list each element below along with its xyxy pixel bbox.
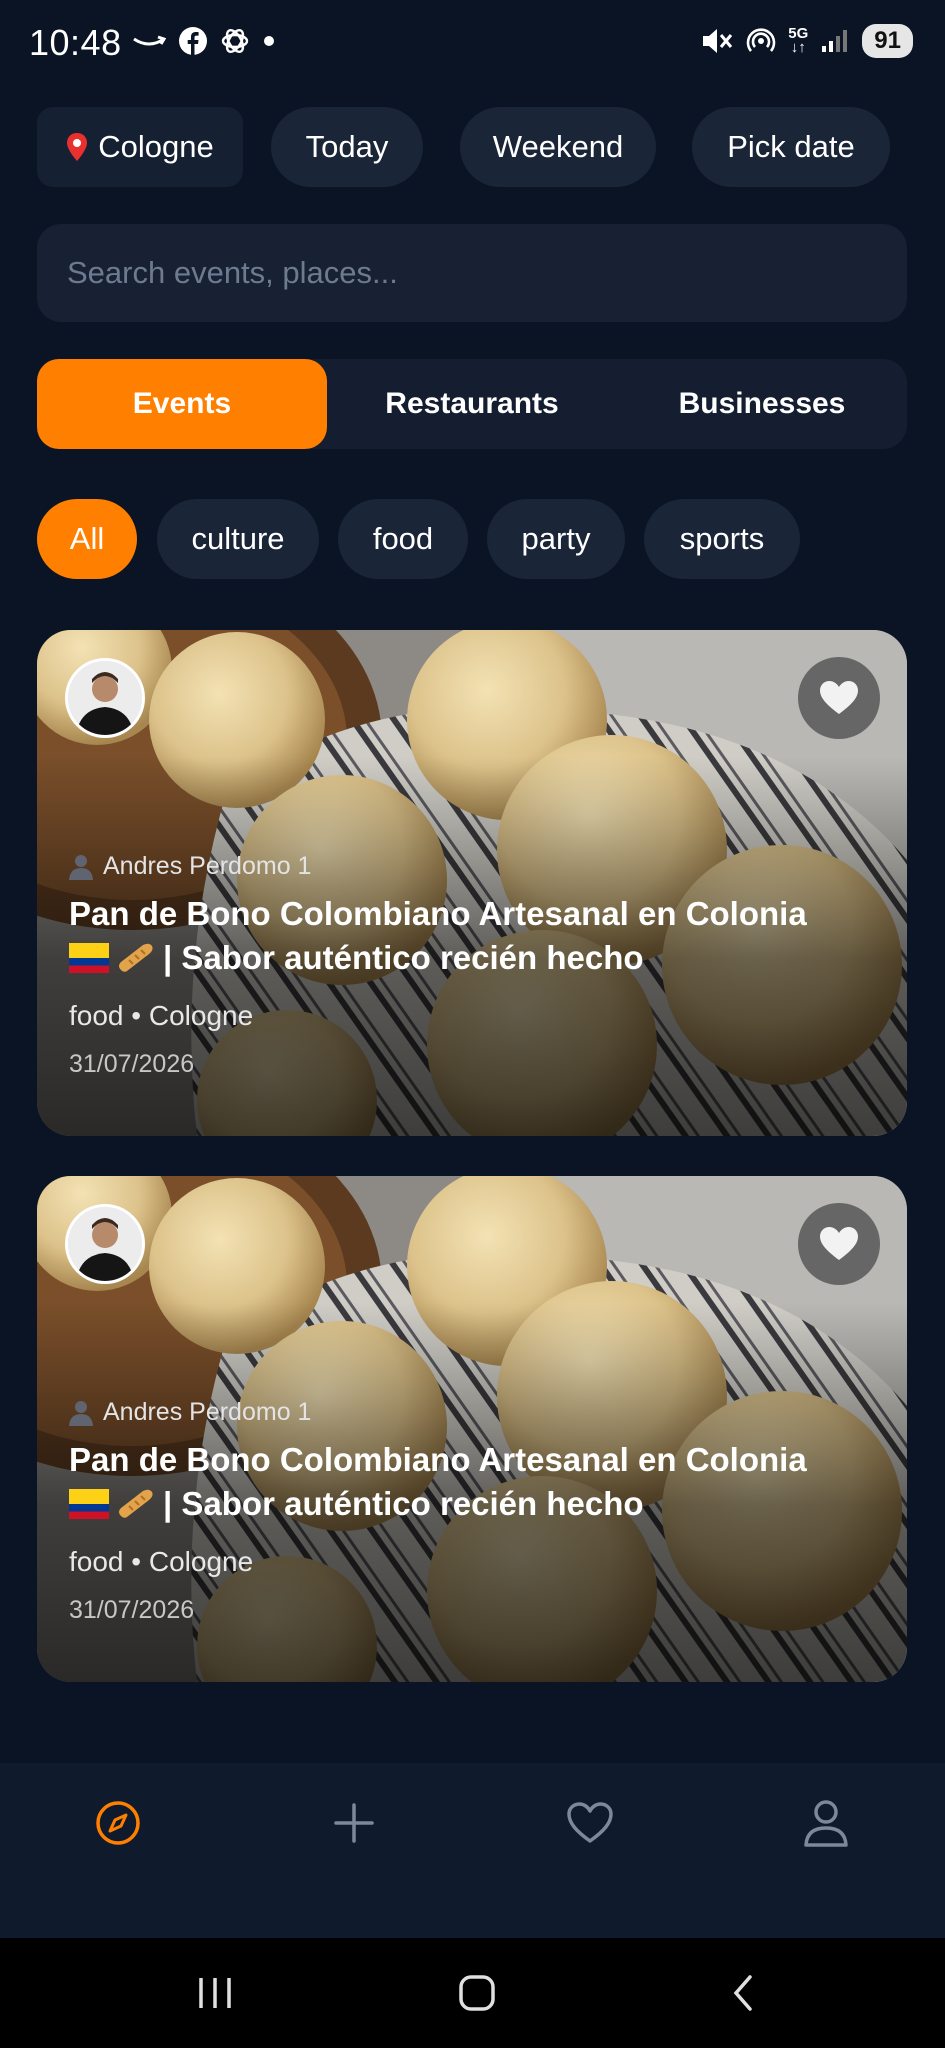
amazon-icon: [133, 35, 166, 46]
person-photo: [68, 661, 142, 735]
status-time: 10:48: [29, 22, 122, 63]
notification-icons: [132, 26, 276, 56]
pin-icon: [67, 133, 88, 161]
organizer-name: Andres Perdomo 1: [103, 1398, 312, 1426]
home-button[interactable]: [452, 1968, 502, 2018]
heart-icon: [567, 1802, 613, 1843]
profile-icon: [804, 1800, 848, 1847]
nav-profile[interactable]: [781, 1783, 871, 1863]
favorite-button[interactable]: [798, 657, 880, 739]
back-button[interactable]: [718, 1968, 768, 2018]
network-label: 5G: [788, 25, 809, 42]
system-icons: 5G ↓↑ 91: [700, 24, 913, 58]
filter-label: Weekend: [492, 129, 624, 164]
network-type: 5G ↓↑: [788, 25, 809, 56]
category-label: sports: [679, 521, 765, 556]
search-bar[interactable]: [37, 224, 907, 322]
baguette-icon: [119, 943, 153, 972]
type-tabs: Events Restaurants Businesses: [37, 359, 907, 449]
location-chip[interactable]: Cologne: [37, 107, 243, 187]
title-line-1: Pan de Bono Colombiano Artesanal en Colo…: [69, 895, 807, 932]
dot-icon: [264, 36, 274, 46]
chatgpt-icon: [221, 28, 249, 54]
plus-icon: [334, 1803, 374, 1843]
category-label: party: [521, 521, 591, 556]
heart-icon: [820, 681, 858, 714]
bottom-navigation: [0, 1763, 945, 1938]
filter-label: Pick date: [727, 129, 855, 164]
tab-label: Events: [132, 387, 232, 420]
category-all[interactable]: All: [37, 499, 137, 579]
filter-label: Today: [305, 129, 389, 164]
event-meta: food • Cologne: [69, 1546, 254, 1577]
organizer-avatar[interactable]: [65, 658, 145, 738]
nav-discover[interactable]: [73, 1783, 163, 1863]
user-icon: [69, 1400, 93, 1426]
status-bar: 10:48 5G ↓↑ 91: [0, 0, 945, 90]
category-label: All: [69, 521, 105, 556]
title-line-2: | Sabor auténtico recién hecho: [163, 939, 644, 976]
favorite-button[interactable]: [798, 1203, 880, 1285]
mute-icon: [703, 29, 733, 53]
facebook-icon: [179, 27, 207, 55]
category-food[interactable]: food: [338, 499, 468, 579]
colombia-flag-icon: [69, 943, 109, 973]
category-sports[interactable]: sports: [644, 499, 800, 579]
event-title: Pan de Bono Colombiano Artesanal en Colo…: [69, 892, 879, 980]
colombia-flag-icon: [69, 1489, 109, 1519]
person-photo: [68, 1207, 142, 1281]
event-date: 31/07/2026: [69, 1596, 195, 1624]
hotspot-icon: [746, 28, 776, 52]
category-label: culture: [191, 521, 285, 556]
heart-icon: [820, 1227, 858, 1260]
nav-create[interactable]: [309, 1783, 399, 1863]
filter-today[interactable]: Today: [271, 107, 423, 187]
back-icon: [733, 1975, 752, 2011]
tab-businesses[interactable]: Businesses: [617, 359, 907, 449]
home-icon: [459, 1975, 495, 2011]
recent-apps-button[interactable]: [190, 1968, 240, 2018]
system-navigation-bar: [0, 1938, 945, 2048]
baguette-icon: [119, 1489, 153, 1518]
location-label: Cologne: [98, 129, 214, 164]
compass-icon: [96, 1801, 140, 1845]
battery-level: 91: [862, 24, 913, 58]
recent-apps-icon: [199, 1978, 231, 2008]
event-card[interactable]: Andres Perdomo 1 Pan de Bono Colombiano …: [37, 630, 907, 1136]
signal-icon: [822, 30, 848, 52]
organizer-name: Andres Perdomo 1: [103, 852, 312, 880]
category-culture[interactable]: culture: [157, 499, 319, 579]
organizer-avatar[interactable]: [65, 1204, 145, 1284]
filter-weekend[interactable]: Weekend: [460, 107, 656, 187]
event-title: Pan de Bono Colombiano Artesanal en Colo…: [69, 1438, 879, 1526]
tab-label: Restaurants: [385, 387, 559, 420]
event-card[interactable]: Andres Perdomo 1 Pan de Bono Colombiano …: [37, 1176, 907, 1682]
tab-restaurants[interactable]: Restaurants: [327, 359, 617, 449]
user-icon: [69, 854, 93, 880]
title-line-2: | Sabor auténtico recién hecho: [163, 1485, 644, 1522]
tab-label: Businesses: [678, 387, 846, 420]
nav-favorites[interactable]: [545, 1783, 635, 1863]
tab-events[interactable]: Events: [37, 359, 327, 449]
search-input[interactable]: [65, 254, 907, 292]
event-date: 31/07/2026: [69, 1050, 195, 1078]
category-label: food: [372, 521, 434, 556]
organizer: Andres Perdomo 1: [69, 1398, 311, 1427]
organizer: Andres Perdomo 1: [69, 852, 311, 881]
title-line-1: Pan de Bono Colombiano Artesanal en Colo…: [69, 1441, 807, 1478]
category-party[interactable]: party: [487, 499, 625, 579]
event-meta: food • Cologne: [69, 1000, 254, 1031]
filter-pick-date[interactable]: Pick date: [692, 107, 890, 187]
